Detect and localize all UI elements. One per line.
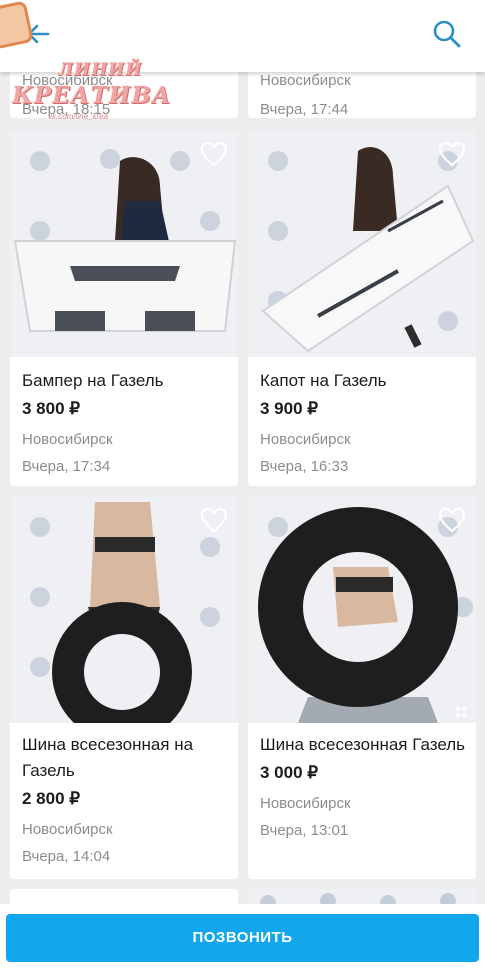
search-icon[interactable] (431, 18, 463, 50)
listing-card[interactable]: Капот на Газель 3 900 ₽ Новосибирск Вчер… (248, 131, 476, 486)
app-header (0, 0, 485, 72)
call-button[interactable]: ПОЗВОНИТЬ (6, 914, 479, 962)
listing-city: Новосибирск (22, 821, 113, 838)
listing-price: 3 000 ₽ (260, 763, 319, 782)
listing-city: Новосибирск (260, 72, 351, 89)
listing-title: Шина всесезонная Газель (260, 735, 466, 754)
listing-date: Вчера, 17:34 (22, 458, 111, 475)
listing-price: 2 800 ₽ (22, 789, 81, 808)
listing-card[interactable]: Шина всесезонная Газель 3 000 ₽ Новосиби… (248, 497, 476, 879)
listing-price: 3 800 ₽ (22, 399, 81, 418)
listing-date: Вчера, 13:01 (260, 822, 349, 839)
listing-city: Новосибирск (22, 72, 113, 89)
listing-title: Капот на Газель (260, 371, 387, 390)
favorite-heart-icon[interactable] (438, 141, 466, 167)
listing-date: Вчера, 17:44 (260, 101, 349, 118)
listing-city: Новосибирск (260, 431, 351, 448)
listing-card[interactable]: Бампер на Газель 3 800 ₽ Новосибирск Вче… (10, 131, 238, 486)
listing-date: Вчера, 18:15 (22, 101, 111, 118)
favorite-heart-icon[interactable] (438, 507, 466, 533)
listing-title: Шина всесезонная на Газель (22, 735, 194, 780)
listing-city: Новосибирск (260, 795, 351, 812)
listing-date: Вчера, 16:33 (260, 458, 349, 475)
listing-price: 3 900 ₽ (260, 399, 319, 418)
arrow-left-icon[interactable] (22, 18, 54, 50)
listing-date: Вчера, 14:04 (22, 848, 111, 865)
favorite-heart-icon[interactable] (200, 141, 228, 167)
listing-title: Бампер на Газель (22, 371, 164, 390)
favorite-heart-icon[interactable] (200, 507, 228, 533)
call-bar: ПОЗВОНИТЬ (0, 904, 485, 970)
listing-card[interactable]: Шина всесезонная на Газель 2 800 ₽ Новос… (10, 497, 238, 879)
listing-city: Новосибирск (22, 431, 113, 448)
photo-count-icon (456, 707, 466, 717)
